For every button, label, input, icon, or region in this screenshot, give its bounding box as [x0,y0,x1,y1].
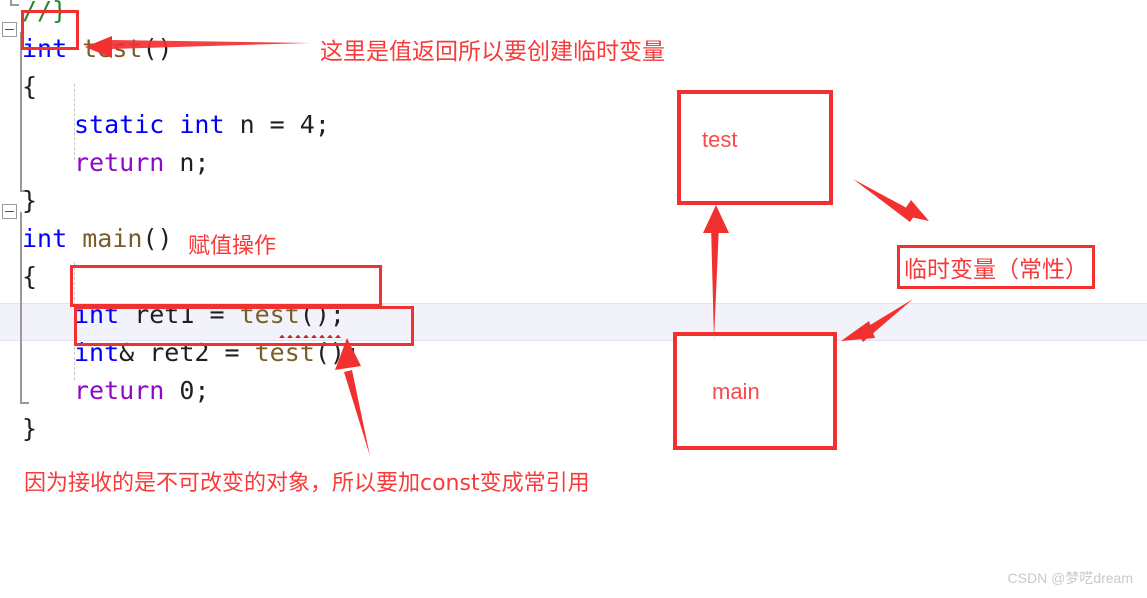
annotation-assign-note: 赋值操作 [188,234,277,259]
code-line[interactable]: return 0; [74,372,209,410]
code-token: n; [164,148,210,177]
code-line[interactable]: { [22,68,37,106]
code-token: () [142,34,173,63]
diagram-box-test [677,90,833,205]
arrow-test-to-tempvar [853,179,929,222]
code-line[interactable]: { [22,258,37,296]
screenshot-root: //} int test(){static int n = 4; return n;… [0,0,1147,598]
highlight-box-int-keyword [21,10,79,50]
highlight-box-ret1-line [70,265,382,307]
code-token: () [142,224,173,253]
code-line[interactable]: } [22,182,37,220]
code-token: { [22,262,38,291]
code-token: main [82,224,143,253]
code-line[interactable]: int main() [22,220,173,258]
code-line[interactable]: return n; [74,144,209,182]
csdn-watermark: CSDN @梦呓dream [1007,570,1133,586]
code-token: int [22,224,68,253]
diagram-box-test-label: test [702,127,738,152]
code-token: n = 4; [224,110,330,139]
temp-variable-label-box: 临时变量（常性） [897,245,1095,289]
code-line[interactable]: } [22,410,37,448]
code-token: return [74,148,165,177]
code-line[interactable]: static int n = 4; [74,106,330,144]
annotation-const-note: 因为接收的是不可改变的对象，所以要加const变成常引用 [24,471,590,496]
code-token: } [22,186,38,215]
annotation-return-note: 这里是值返回所以要创建临时变量 [320,39,665,65]
code-token: test [82,34,143,63]
diagram-box-main-label: main [712,379,760,404]
code-token: 0; [164,376,210,405]
code-token: static int [74,110,225,139]
code-token: return [74,376,165,405]
code-token: } [22,414,38,443]
highlight-box-ret2-line [74,306,414,346]
code-token: { [22,72,38,101]
